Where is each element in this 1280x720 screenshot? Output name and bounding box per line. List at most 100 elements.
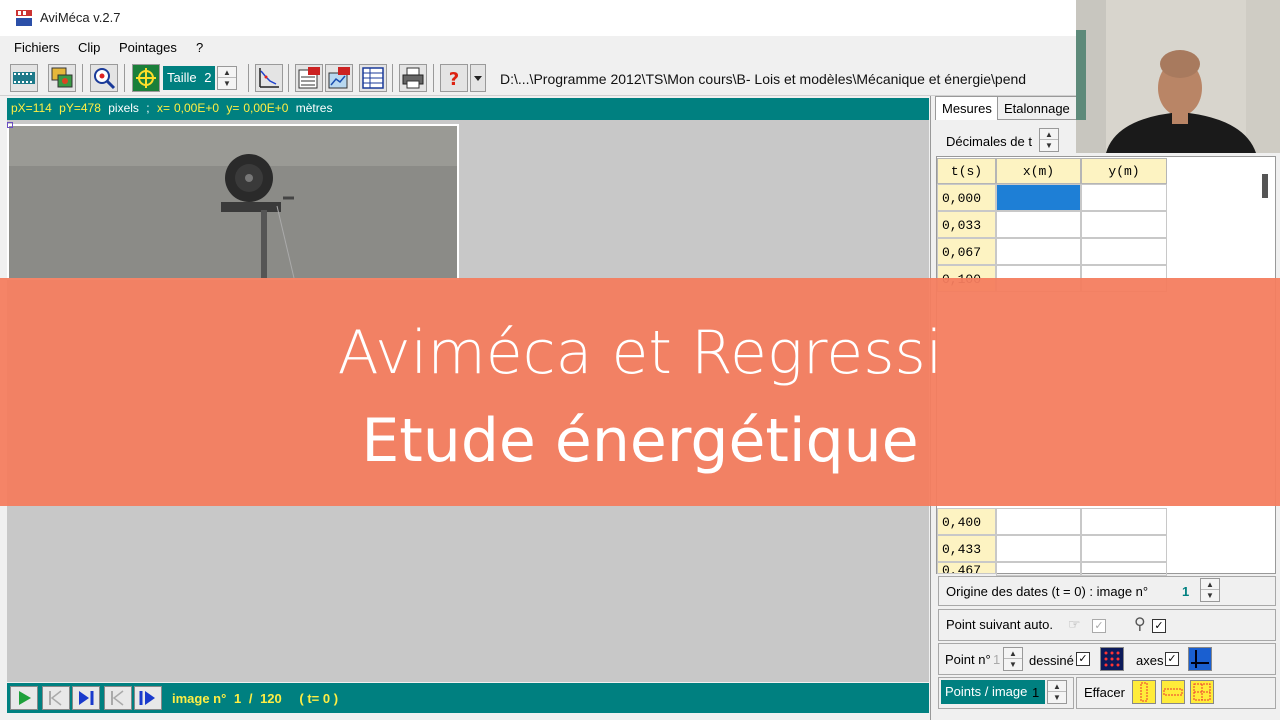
- table-icon[interactable]: [359, 64, 387, 92]
- meters-unit: mètres: [295, 101, 333, 115]
- zoom-icon[interactable]: [90, 64, 118, 92]
- export-rw-icon[interactable]: [295, 64, 323, 92]
- table-cell-y[interactable]: [1081, 184, 1167, 211]
- total-frames: 120: [260, 691, 282, 706]
- px-label: pX=: [11, 101, 33, 115]
- prev-frame-icon[interactable]: [104, 686, 132, 710]
- points-color-icon[interactable]: [1100, 647, 1124, 671]
- image-label: image n°: [172, 691, 227, 706]
- video-frame[interactable]: [7, 124, 459, 280]
- origin-value: 1: [1182, 584, 1190, 599]
- axes-color-icon[interactable]: [1188, 647, 1212, 671]
- tab-etalonnage[interactable]: Etalonnage: [997, 96, 1077, 120]
- table-cell-x[interactable]: [996, 535, 1081, 562]
- clear-all-icon[interactable]: [1190, 680, 1214, 704]
- frame-info: image n° 1 / 120 ( t= 0 ): [172, 691, 338, 706]
- axes-checkbox[interactable]: ✓: [1165, 652, 1179, 666]
- copy-frames-icon[interactable]: [48, 64, 76, 92]
- export-pp-icon[interactable]: [325, 64, 353, 92]
- coordinate-bar: pX=114 pY=478 pixels ; x= 0,00E+0 y= 0,00E…: [7, 98, 929, 120]
- play-icon[interactable]: [10, 686, 38, 710]
- table-cell-t[interactable]: 0,467: [937, 562, 996, 574]
- table-cell-x-selected[interactable]: [996, 184, 1081, 211]
- size-stepper[interactable]: ▲ ▼: [217, 66, 237, 90]
- table-cell-t[interactable]: 0,067: [937, 238, 996, 265]
- pin-icon: ⚲: [1134, 616, 1146, 633]
- table-cell-t[interactable]: 0,400: [937, 508, 996, 535]
- toolbar-separator: [288, 64, 289, 92]
- film-icon[interactable]: [10, 64, 38, 92]
- coord-separator: ;: [146, 101, 150, 115]
- spin-down-icon[interactable]: ▼: [1048, 692, 1066, 703]
- py-value: 478: [80, 101, 101, 115]
- px-value: 114: [32, 101, 52, 115]
- point-number-stepper[interactable]: ▲ ▼: [1003, 647, 1023, 671]
- menu-fichiers[interactable]: Fichiers: [14, 40, 60, 55]
- points-per-image-stepper[interactable]: ▲ ▼: [1047, 680, 1067, 704]
- help-dropdown-icon[interactable]: [470, 64, 486, 92]
- size-display: Taille 2: [163, 66, 215, 90]
- menu-help[interactable]: ?: [196, 40, 203, 55]
- table-cell-x[interactable]: [996, 211, 1081, 238]
- origin-marker[interactable]: [7, 122, 13, 128]
- help-icon[interactable]: ?: [440, 64, 468, 92]
- clear-column-icon[interactable]: [1132, 680, 1156, 704]
- spin-down-icon[interactable]: ▼: [218, 78, 236, 89]
- header-y: y(m): [1081, 158, 1167, 184]
- size-label: Taille: [167, 70, 197, 85]
- drawn-checkbox[interactable]: ✓: [1076, 652, 1090, 666]
- table-cell-x[interactable]: [996, 238, 1081, 265]
- decimals-label: Décimales de t: [946, 134, 1032, 149]
- spin-up-icon[interactable]: ▲: [1201, 579, 1219, 590]
- table-cell-y[interactable]: [1081, 508, 1167, 535]
- current-frame: 1: [233, 691, 242, 706]
- pin-checkbox[interactable]: ✓: [1152, 619, 1166, 633]
- spin-down-icon[interactable]: ▼: [1040, 140, 1058, 151]
- points-per-image-value: 1: [1032, 685, 1040, 700]
- axes-label: axes: [1136, 653, 1164, 668]
- table-cell-t[interactable]: 0,033: [937, 211, 996, 238]
- next-frame-icon[interactable]: [72, 686, 100, 710]
- y-value: 0,00E+0: [243, 101, 289, 115]
- target-icon[interactable]: [132, 64, 160, 92]
- table-cell-y[interactable]: [1081, 238, 1167, 265]
- tab-mesures[interactable]: Mesures: [935, 96, 999, 120]
- last-frame-icon[interactable]: [134, 686, 162, 710]
- spin-up-icon[interactable]: ▲: [1048, 681, 1066, 692]
- points-per-image-label: Points / image: [941, 680, 1045, 704]
- menu-pointages[interactable]: Pointages: [119, 40, 177, 55]
- toolbar-separator: [82, 64, 83, 92]
- graph-icon[interactable]: [255, 64, 283, 92]
- table-cell-y[interactable]: [1081, 535, 1167, 562]
- hand-pointer-icon: ☞: [1068, 616, 1081, 632]
- decimals-stepper[interactable]: ▲ ▼: [1039, 128, 1059, 152]
- spin-up-icon[interactable]: ▲: [1004, 648, 1022, 659]
- table-scrollbar[interactable]: [1262, 174, 1268, 198]
- spin-down-icon[interactable]: ▼: [1201, 590, 1219, 601]
- origin-stepper[interactable]: ▲ ▼: [1200, 578, 1220, 602]
- x-value: 0,00E+0: [173, 101, 220, 115]
- table-cell-t[interactable]: 0,000: [937, 184, 996, 211]
- auto-next-checkbox[interactable]: ✓: [1092, 619, 1106, 633]
- table-cell-x[interactable]: [996, 562, 1081, 576]
- clear-row-icon[interactable]: [1161, 680, 1185, 704]
- window-title: AviMéca v.2.7: [40, 10, 121, 25]
- app-logo-icon: [14, 9, 34, 27]
- spin-up-icon[interactable]: ▲: [1040, 129, 1058, 140]
- spin-up-icon[interactable]: ▲: [218, 67, 236, 78]
- first-frame-icon[interactable]: [42, 686, 70, 710]
- toolbar-separator: [392, 64, 393, 92]
- header-x: x(m): [996, 158, 1081, 184]
- print-icon[interactable]: [399, 64, 427, 92]
- toolbar-separator: [248, 64, 249, 92]
- table-cell-t[interactable]: 0,433: [937, 535, 996, 562]
- origin-label: Origine des dates (t = 0) : image n°: [946, 584, 1149, 599]
- spin-down-icon[interactable]: ▼: [1004, 659, 1022, 670]
- point-number-label: Point n°: [945, 652, 991, 667]
- table-cell-y[interactable]: [1081, 211, 1167, 238]
- menu-clip[interactable]: Clip: [78, 40, 100, 55]
- x-label: x=: [156, 101, 170, 115]
- point-number-value: 1: [993, 652, 1001, 667]
- table-cell-y[interactable]: [1081, 562, 1167, 576]
- table-cell-x[interactable]: [996, 508, 1081, 535]
